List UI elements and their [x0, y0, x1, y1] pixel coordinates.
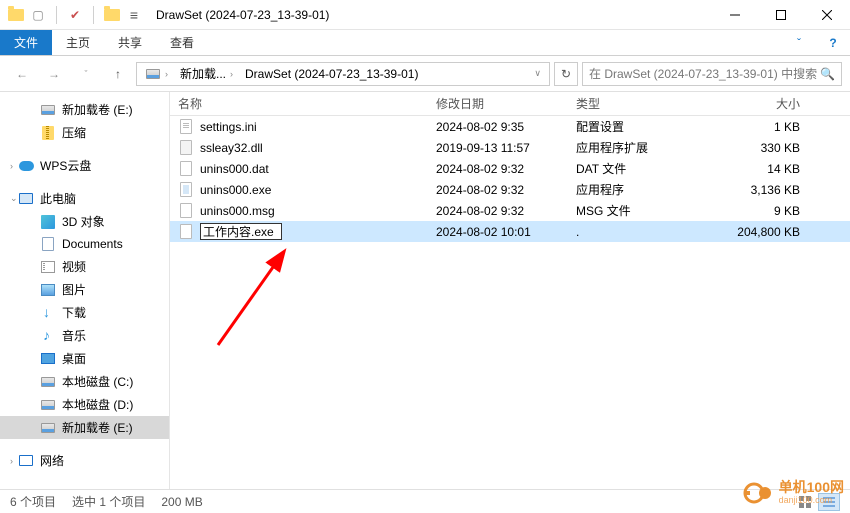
status-bar: 6 个项目 选中 1 个项目 200 MB [0, 489, 850, 513]
msg-file-icon [178, 203, 194, 219]
exe-file-icon [178, 182, 194, 198]
qat-check-icon[interactable]: ✔ [67, 7, 83, 23]
title-bar: ▢ ✔ ≡ DrawSet (2024-07-23_13-39-01) [0, 0, 850, 30]
sidebar-item-drive-c[interactable]: 本地磁盘 (C:) [0, 370, 169, 393]
address-dropdown-icon[interactable]: ∨ [528, 68, 547, 79]
status-item-count: 6 个项目 [10, 493, 56, 510]
file-row[interactable]: unins000.msg 2024-08-02 9:32MSG 文件9 KB [170, 200, 850, 221]
folder-app-icon [8, 7, 24, 23]
sidebar-item-drive-e-top[interactable]: 新加载卷 (E:) [0, 98, 169, 121]
tab-view[interactable]: 查看 [156, 30, 208, 55]
nav-up-icon[interactable]: ↑ [104, 62, 132, 86]
help-icon[interactable]: ? [816, 30, 850, 55]
sidebar-item-drive-d[interactable]: 本地磁盘 (D:) [0, 393, 169, 416]
sidebar-item-this-pc[interactable]: ⌄此电脑 [0, 187, 169, 210]
file-row[interactable]: ssleay32.dll 2019-09-13 11:57应用程序扩展330 K… [170, 137, 850, 158]
sidebar-item-wps-cloud[interactable]: ›WPS云盘 [0, 154, 169, 177]
nav-pane[interactable]: 新加载卷 (E:) 压缩 ›WPS云盘 ⌄此电脑 3D 对象 Documents… [0, 92, 170, 489]
breadcrumb-1[interactable]: 新加载...› [174, 63, 239, 85]
sidebar-item-downloads[interactable]: 下载 [0, 301, 169, 324]
col-header-name[interactable]: 名称 [170, 92, 428, 115]
rename-input[interactable] [200, 223, 282, 240]
column-headers: 名称 修改日期 类型 大小 [170, 92, 850, 116]
file-row[interactable]: settings.ini 2024-08-02 9:35配置设置1 KB [170, 116, 850, 137]
file-list-pane: 名称 修改日期 类型 大小 settings.ini 2024-08-02 9:… [170, 92, 850, 489]
close-button[interactable] [804, 0, 850, 30]
minimize-button[interactable] [712, 0, 758, 30]
nav-forward-icon: → [40, 62, 68, 86]
window-title: DrawSet (2024-07-23_13-39-01) [150, 8, 712, 22]
status-size: 200 MB [161, 495, 202, 509]
tab-file[interactable]: 文件 [0, 30, 52, 55]
sidebar-item-compressed[interactable]: 压缩 [0, 121, 169, 144]
sidebar-item-desktop[interactable]: 桌面 [0, 347, 169, 370]
file-row[interactable]: unins000.dat 2024-08-02 9:32DAT 文件14 KB [170, 158, 850, 179]
col-header-size[interactable]: 大小 [688, 92, 808, 115]
watermark-logo-icon [743, 477, 775, 509]
status-selected: 选中 1 个项目 [72, 493, 145, 510]
sidebar-item-network[interactable]: ›网络 [0, 449, 169, 472]
file-row[interactable]: unins000.exe 2024-08-02 9:32应用程序3,136 KB [170, 179, 850, 200]
ribbon: 文件 主页 共享 查看 ˇ ? [0, 30, 850, 56]
qat-folder-icon[interactable] [104, 7, 120, 23]
sidebar-item-3d-objects[interactable]: 3D 对象 [0, 210, 169, 233]
search-icon[interactable]: 🔍 [820, 67, 835, 81]
dll-file-icon [178, 140, 194, 156]
generic-file-icon [178, 224, 194, 240]
chevron-right-icon[interactable]: › [165, 69, 168, 79]
watermark-title: 单机100网 [779, 480, 844, 495]
expand-icon[interactable]: › [10, 161, 13, 171]
ribbon-expand-icon[interactable]: ˇ [782, 30, 816, 55]
breadcrumb-2[interactable]: DrawSet (2024-07-23_13-39-01) [239, 63, 424, 85]
collapse-icon[interactable]: ⌄ [10, 193, 18, 204]
address-bar-row: ← → ˇ ↑ › 新加载...› DrawSet (2024-07-23_13… [0, 56, 850, 92]
nav-back-icon[interactable]: ← [8, 62, 36, 86]
sidebar-item-music[interactable]: 音乐 [0, 324, 169, 347]
sidebar-item-drive-e[interactable]: 新加载卷 (E:) [0, 416, 169, 439]
tab-share[interactable]: 共享 [104, 30, 156, 55]
file-row-selected[interactable]: 2024-08-02 10:01.204,800 KB [170, 221, 850, 242]
search-input[interactable]: 在 DrawSet (2024-07-23_13-39-01) 中搜索 🔍 [582, 62, 842, 86]
drive-icon [145, 66, 161, 82]
tab-home[interactable]: 主页 [52, 30, 104, 55]
address-bar[interactable]: › 新加载...› DrawSet (2024-07-23_13-39-01) … [136, 62, 550, 86]
maximize-button[interactable] [758, 0, 804, 30]
qat-overflow-icon[interactable]: ≡ [126, 7, 142, 23]
dat-file-icon [178, 161, 194, 177]
expand-icon[interactable]: › [10, 456, 13, 466]
col-header-type[interactable]: 类型 [568, 92, 688, 115]
config-file-icon [178, 119, 194, 135]
nav-recent-icon[interactable]: ˇ [72, 62, 100, 86]
col-header-date[interactable]: 修改日期 [428, 92, 568, 115]
qat-unknown-icon[interactable]: ▢ [30, 7, 46, 23]
watermark-url: danji100.com [779, 496, 844, 506]
file-rows: settings.ini 2024-08-02 9:35配置设置1 KB ssl… [170, 116, 850, 489]
chevron-right-icon[interactable]: › [230, 69, 233, 79]
sidebar-item-pictures[interactable]: 图片 [0, 278, 169, 301]
watermark: 单机100网 danji100.com [743, 477, 844, 509]
sidebar-item-videos[interactable]: 视频 [0, 255, 169, 278]
sidebar-item-documents[interactable]: Documents [0, 233, 169, 255]
refresh-button[interactable]: ↻ [554, 62, 578, 86]
search-placeholder: 在 DrawSet (2024-07-23_13-39-01) 中搜索 [589, 65, 817, 82]
